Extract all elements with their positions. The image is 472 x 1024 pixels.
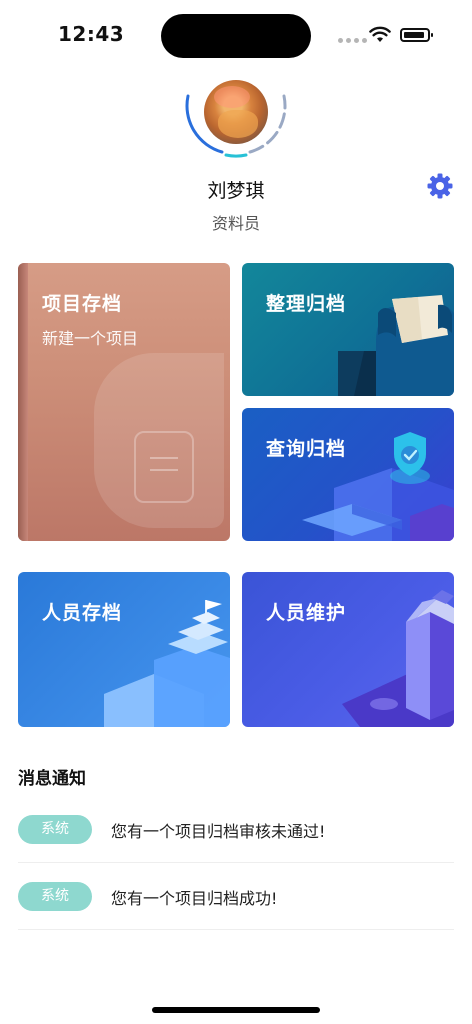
staff-maintenance-card[interactable]: 人员维护: [242, 572, 454, 727]
wifi-icon: [369, 26, 391, 42]
staff-archive-card[interactable]: 人员存档: [18, 572, 230, 727]
document-icon: [134, 431, 194, 503]
organize-archive-card[interactable]: 整理归档: [242, 263, 454, 396]
system-tag: 系统: [18, 815, 92, 844]
tower-illustration: [342, 590, 454, 727]
project-archive-card[interactable]: 项目存档 新建一个项目: [18, 263, 230, 541]
notification-text: 您有一个项目归档审核未通过!: [111, 822, 326, 841]
book-spine: [18, 263, 28, 541]
gear-icon[interactable]: [426, 172, 454, 200]
user-role: 资料员: [211, 214, 260, 233]
card-title: 整理归档: [266, 293, 347, 315]
notification-item[interactable]: 系统 您有一个项目归档成功!: [18, 864, 454, 930]
notification-text: 您有一个项目归档成功!: [111, 889, 278, 908]
cellular-signal-icon: [338, 38, 367, 43]
user-name: 刘梦琪: [207, 180, 265, 202]
card-subtitle[interactable]: 新建一个项目: [42, 325, 138, 349]
card-title: 项目存档: [42, 293, 123, 315]
card-title: 查询归档: [266, 438, 347, 460]
card-title: 人员维护: [266, 602, 347, 624]
shield-server-illustration: [302, 432, 454, 541]
folder-illustration: [338, 295, 454, 396]
avatar[interactable]: [204, 80, 268, 144]
avatar-container[interactable]: [180, 76, 292, 162]
notifications-title: 消息通知: [18, 769, 86, 789]
home-indicator[interactable]: [152, 1007, 320, 1013]
battery-icon: [400, 28, 433, 42]
card-title: 人员存档: [42, 602, 123, 624]
camera-notch: [161, 14, 311, 58]
system-tag: 系统: [18, 882, 92, 911]
query-archive-card[interactable]: 查询归档: [242, 408, 454, 541]
staircase-flag-illustration: [104, 600, 230, 727]
status-bar: 12:43: [0, 0, 472, 64]
notification-item[interactable]: 系统 您有一个项目归档审核未通过!: [18, 797, 454, 863]
status-time: 12:43: [58, 22, 125, 46]
profile-header: 刘梦琪 资料员: [0, 76, 472, 246]
